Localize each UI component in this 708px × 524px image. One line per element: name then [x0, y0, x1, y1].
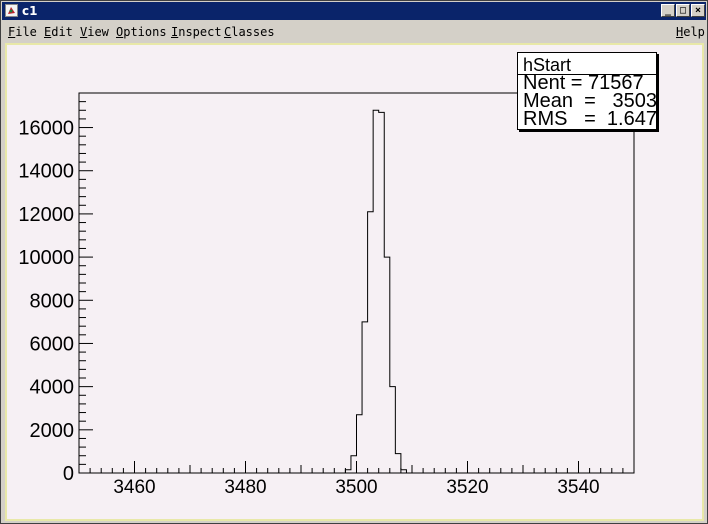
histogram-bin: [384, 257, 390, 473]
histogram-bin: [351, 456, 357, 473]
menu-classes[interactable]: Classes: [224, 26, 275, 39]
y-tick-label: 8000: [30, 290, 75, 312]
x-tick-label: 3500: [335, 477, 377, 498]
x-tick-label: 3460: [113, 477, 155, 498]
y-tick-label: 10000: [18, 247, 74, 269]
root-app-icon: [5, 4, 18, 17]
menu-options[interactable]: Options: [116, 26, 167, 39]
histogram-bin: [390, 387, 396, 473]
y-tick-label: 2000: [30, 420, 75, 442]
x-tick-label: 3540: [557, 477, 599, 498]
maximize-button[interactable]: □: [676, 4, 690, 17]
histogram-bin: [368, 212, 374, 473]
stats-box[interactable]: hStart Nent = 71567 Mean = 3503 RMS = 1.…: [517, 52, 657, 130]
x-tick-label: 3480: [224, 477, 266, 498]
y-tick-label: 4000: [30, 377, 75, 399]
x-tick-label: 3520: [446, 477, 488, 498]
menu-edit[interactable]: Edit: [44, 26, 73, 39]
histogram-bin: [395, 454, 401, 473]
title-bar[interactable]: c1 _ □ ×: [2, 2, 706, 20]
root-canvas-window: c1 _ □ × File Edit View Options Inspect …: [0, 0, 708, 524]
menu-file[interactable]: File: [8, 26, 37, 39]
histogram-bin: [373, 110, 379, 473]
histogram-bin: [379, 112, 385, 473]
y-tick-label: 12000: [18, 204, 74, 226]
minimize-button[interactable]: _: [661, 4, 675, 17]
histogram-bin: [345, 470, 351, 473]
plot-canvas[interactable]: 3460 3480 3500 3520 3540 0 2000 4000 6000 8000 100…: [5, 43, 704, 521]
histogram-bin: [362, 322, 368, 473]
close-button[interactable]: ×: [691, 4, 705, 17]
menu-help[interactable]: Help: [676, 26, 705, 39]
stats-rms: RMS = 1.647: [523, 108, 657, 130]
histogram-bin: [401, 470, 407, 473]
window-title: c1: [22, 4, 38, 18]
y-tick-label: 16000: [18, 118, 74, 140]
y-tick-label: 14000: [18, 161, 74, 183]
y-tick-label: 0: [63, 463, 74, 485]
menu-inspect[interactable]: Inspect: [171, 26, 222, 39]
menu-view[interactable]: View: [80, 26, 109, 39]
y-tick-label: 6000: [30, 333, 75, 355]
menu-bar: File Edit View Options Inspect Classes H…: [2, 22, 706, 42]
histogram-bin: [357, 415, 363, 473]
